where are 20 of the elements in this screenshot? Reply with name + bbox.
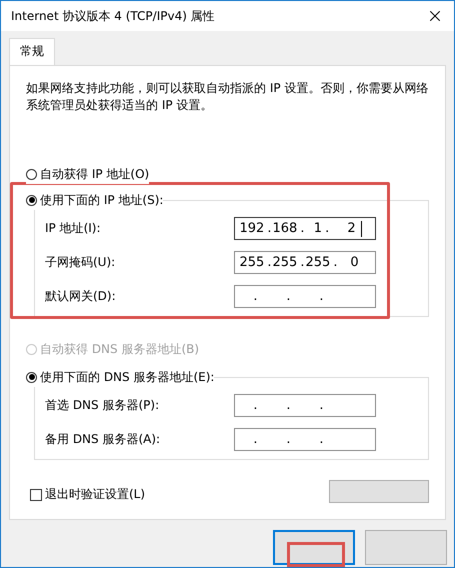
ip-address-field[interactable]: . . . bbox=[234, 428, 376, 451]
window-title: Internet 协议版本 4 (TCP/IPv4) 属性 bbox=[11, 8, 215, 24]
validate-checkbox[interactable]: 退出时验证设置(L) bbox=[30, 486, 146, 503]
radio-button[interactable] bbox=[26, 194, 37, 206]
ip-address-field[interactable]: . . . bbox=[234, 285, 376, 308]
field-label: 首选 DNS 服务器(P): bbox=[45, 397, 160, 414]
tab[interactable]: 常规 bbox=[9, 38, 55, 65]
ip-address-field[interactable]: 255 .255 .255 . 0 bbox=[234, 251, 376, 274]
description-text: 如果网络支持此功能，则可以获取自动指派的 IP 设置。否则，你需要从网络系统管理员处获得适当的 IP 设置。 bbox=[26, 80, 429, 114]
radio-button[interactable] bbox=[26, 168, 37, 180]
field-label: 备用 DNS 服务器(A): bbox=[45, 431, 160, 448]
radio-button[interactable] bbox=[26, 372, 37, 382]
radio-label[interactable]: 使用下面的 DNS 服务器地址(E): bbox=[40, 368, 214, 386]
ok-button[interactable] bbox=[273, 530, 355, 565]
ip-address-field[interactable]: 192 .168 . 1 . 2 bbox=[234, 217, 376, 240]
field-label: IP 地址(I): bbox=[45, 220, 101, 237]
radio-label[interactable]: 使用下面的 IP 地址(S): bbox=[40, 192, 164, 208]
field-label: 默认网关(D): bbox=[45, 288, 116, 305]
ip-address-field[interactable]: . . . bbox=[234, 394, 376, 417]
field-label: 子网掩码(U): bbox=[45, 254, 116, 271]
